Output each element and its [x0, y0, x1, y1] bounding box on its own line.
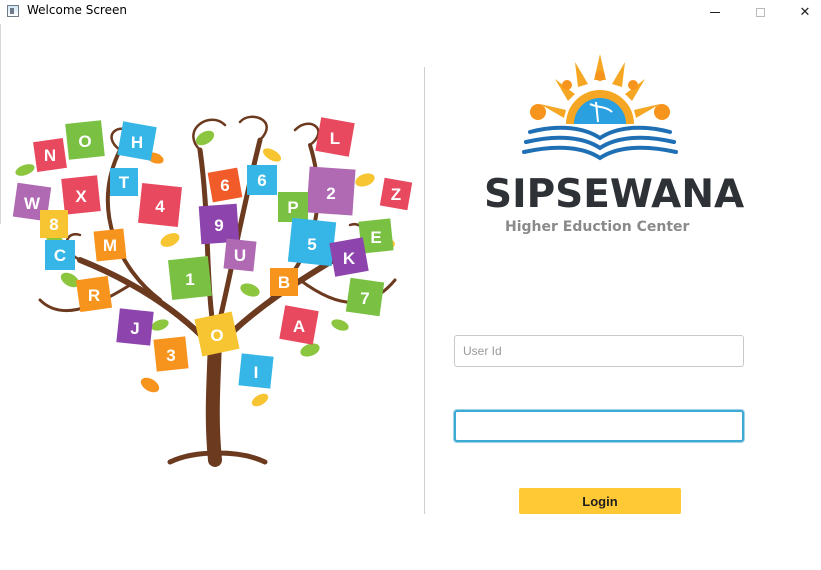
svg-text:1: 1 [185, 270, 194, 289]
svg-text:N: N [44, 146, 56, 165]
user-id-input[interactable] [454, 335, 744, 367]
svg-text:J: J [130, 319, 139, 338]
letter-tile: R [75, 275, 113, 313]
svg-text:6: 6 [220, 176, 229, 195]
letter-tile: O [65, 120, 105, 160]
svg-text:5: 5 [307, 235, 316, 254]
svg-text:2: 2 [326, 184, 335, 203]
svg-text:P: P [287, 198, 298, 217]
svg-text:C: C [54, 246, 66, 265]
svg-text:W: W [24, 194, 41, 213]
letter-tile: M [93, 228, 127, 262]
svg-text:O: O [210, 326, 223, 345]
letter-tile: 3 [153, 336, 189, 372]
svg-text:B: B [278, 273, 290, 292]
close-button[interactable]: ✕ [782, 0, 821, 24]
letter-tile: 7 [345, 277, 385, 317]
letter-tile: 9 [198, 203, 240, 245]
close-icon: ✕ [799, 4, 811, 20]
letter-tile: U [223, 238, 257, 272]
letter-tile: 6 [247, 165, 277, 195]
svg-text:7: 7 [360, 289, 369, 308]
letter-tile: B [270, 268, 298, 296]
svg-text:3: 3 [166, 346, 175, 365]
svg-text:U: U [234, 246, 246, 265]
letter-tile: O [194, 311, 240, 357]
letter-tile: C [45, 240, 75, 270]
svg-text:X: X [75, 187, 87, 206]
minimize-icon [710, 11, 720, 13]
letter-tile: K [329, 237, 369, 277]
vertical-divider [424, 67, 425, 514]
svg-text:H: H [131, 133, 143, 152]
window-title: Welcome Screen [27, 3, 127, 17]
svg-text:I: I [254, 363, 259, 382]
svg-text:E: E [370, 228, 381, 247]
svg-text:T: T [119, 173, 130, 192]
letter-tile: I [238, 353, 274, 389]
svg-text:K: K [343, 249, 356, 268]
letter-tile: J [116, 308, 154, 346]
password-input[interactable] [454, 410, 744, 442]
letter-tile: T [110, 168, 138, 196]
letter-tile: A [279, 305, 319, 345]
login-button[interactable]: Login [519, 488, 681, 514]
letter-tile: 5 [287, 217, 337, 267]
svg-text:R: R [88, 286, 100, 305]
app-icon [7, 5, 19, 17]
svg-text:M: M [103, 236, 117, 255]
sipsewana-logo [522, 54, 678, 161]
brand-name: SIPSEWANA [484, 172, 745, 217]
alphabet-tree-illustration: N O H L 6 X T 4 6 2 W 8 M 9 P 5 E C U K … [12, 115, 413, 467]
letter-tile: H [117, 121, 157, 161]
svg-text:4: 4 [155, 197, 165, 216]
letter-tile: P [278, 192, 308, 222]
maximize-icon [755, 7, 765, 17]
maximize-button[interactable] [737, 0, 783, 24]
letter-tile: L [315, 117, 355, 157]
letter-tile: 6 [207, 167, 243, 203]
letter-tile: 1 [168, 256, 212, 300]
window-left-edge [0, 24, 1, 224]
svg-text:9: 9 [214, 216, 223, 235]
svg-text:6: 6 [257, 171, 266, 190]
letter-tile: Z [379, 177, 413, 211]
svg-text:Z: Z [391, 185, 401, 204]
letter-tile: 8 [40, 210, 68, 238]
svg-text:L: L [330, 129, 340, 148]
letter-tile: N [33, 138, 67, 172]
svg-text:O: O [78, 132, 91, 151]
brand-tagline: Higher Eduction Center [505, 219, 690, 235]
window-titlebar: Welcome Screen ✕ [0, 0, 821, 24]
svg-text:A: A [293, 317, 305, 336]
minimize-button[interactable] [692, 0, 738, 24]
svg-text:8: 8 [49, 215, 58, 234]
letter-tile: X [61, 175, 101, 215]
letter-tile: 4 [138, 183, 182, 227]
letter-tile: 2 [306, 166, 356, 216]
